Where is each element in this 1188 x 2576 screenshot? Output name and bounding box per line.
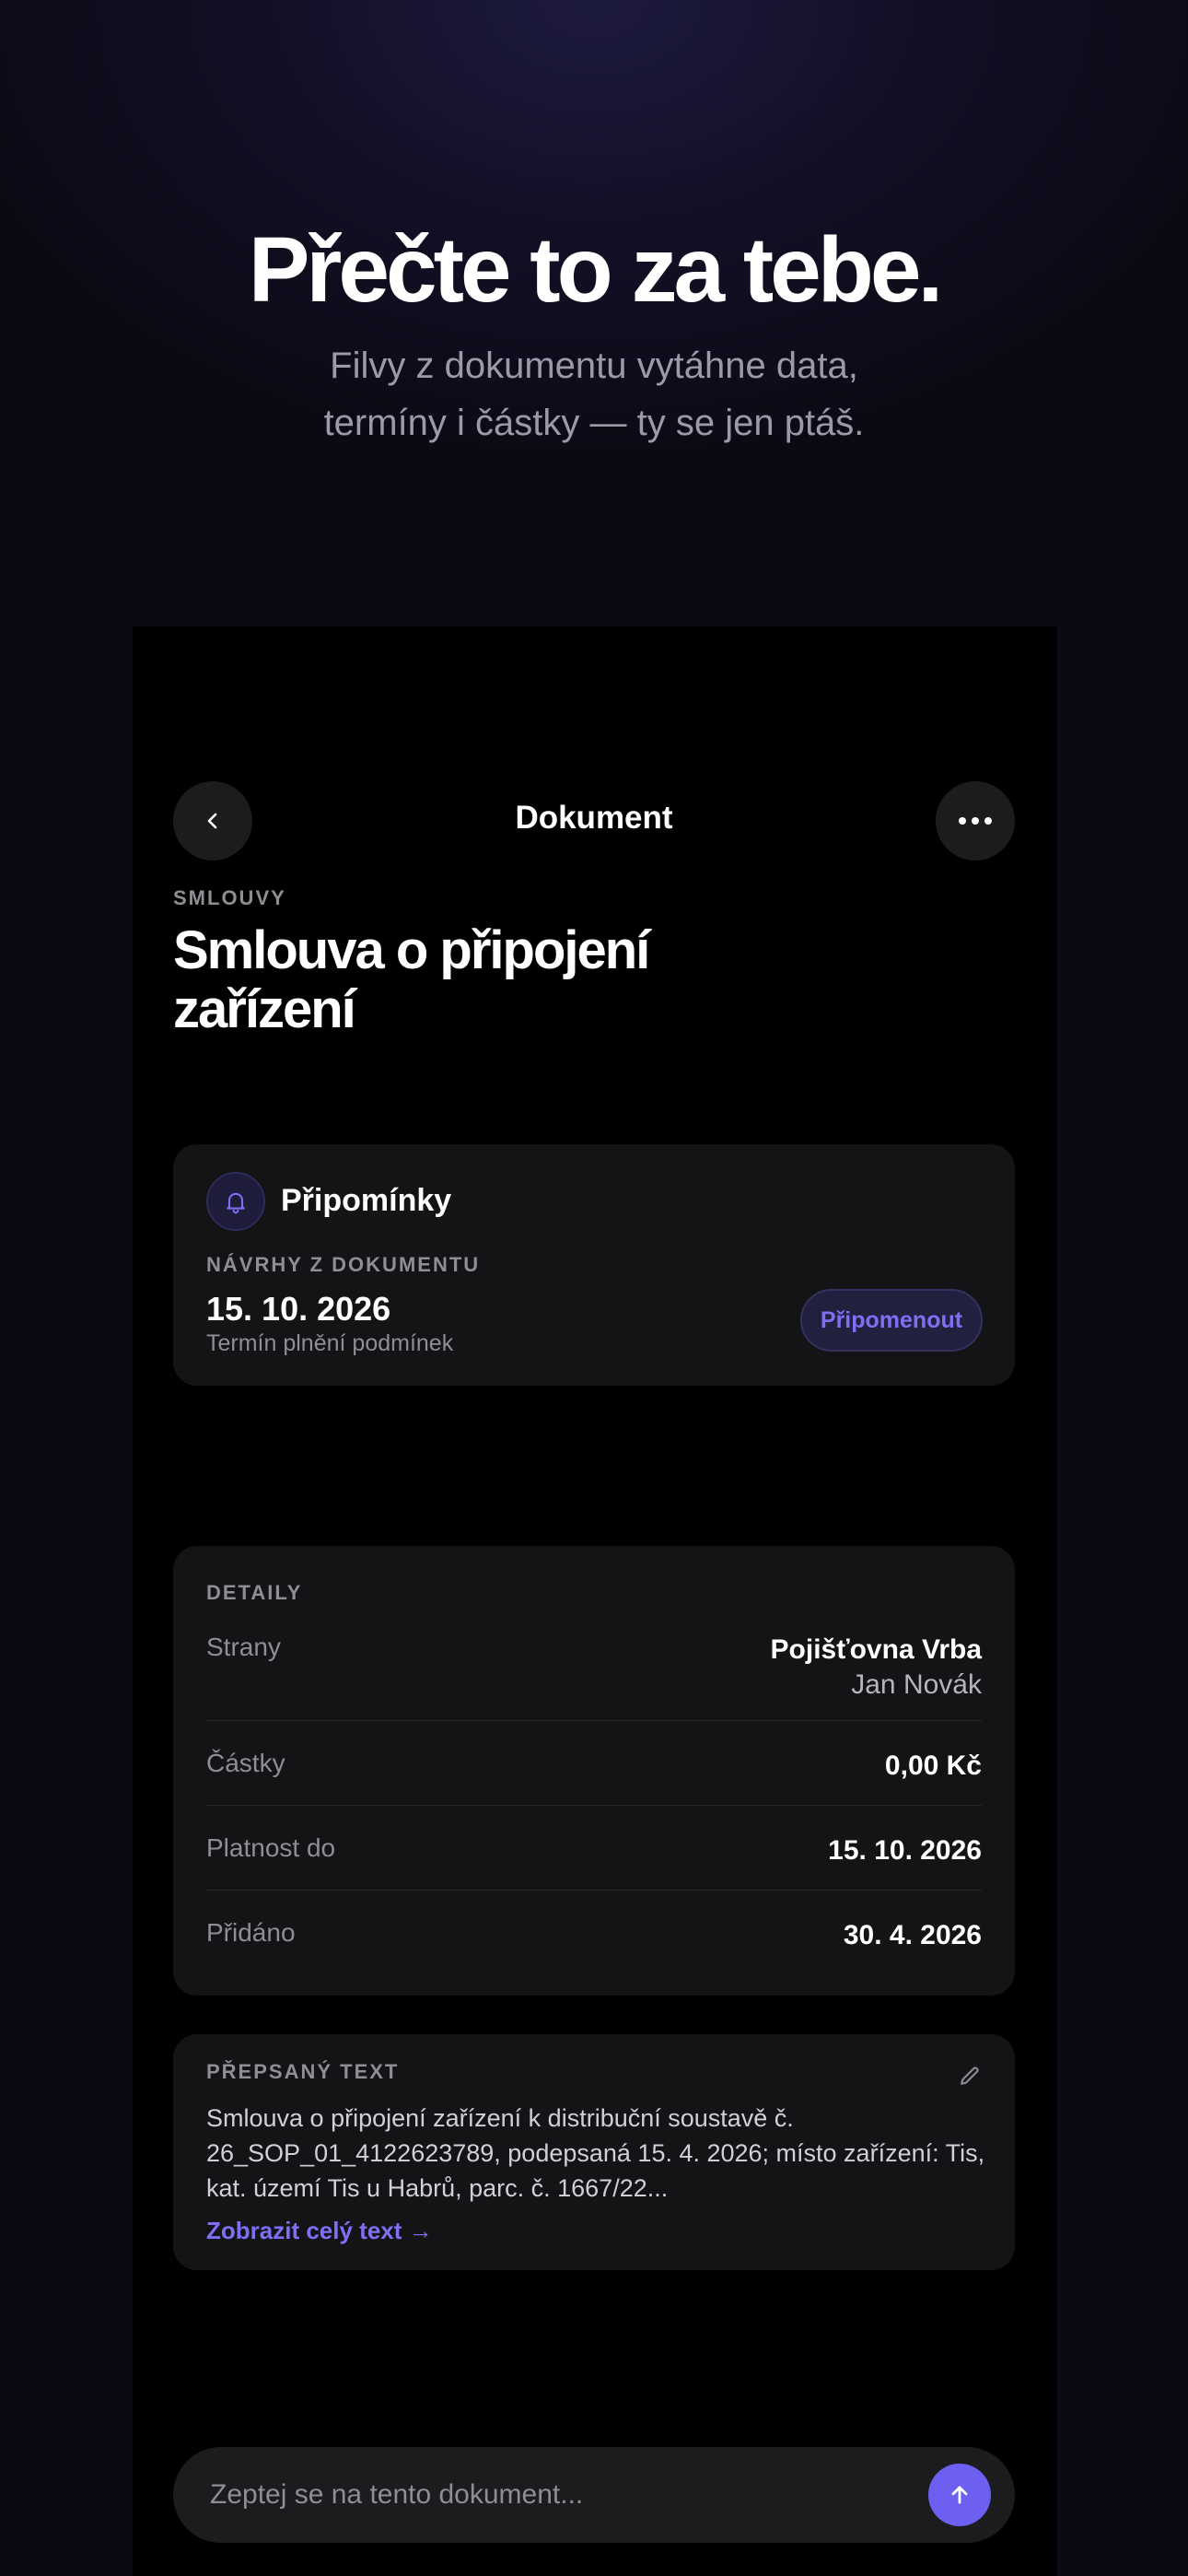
transcript-card: PŘEPSANÝ TEXT Smlouva o připojení zaříze… <box>173 2034 1015 2270</box>
document-title: Smlouva o připojení zařízení <box>173 920 650 1039</box>
party-1: Pojišťovna Vrba <box>770 1634 982 1665</box>
detail-label: Částky <box>206 1749 285 1777</box>
show-full-text-link[interactable]: Zobrazit celý text → <box>206 2217 433 2245</box>
bell-icon <box>227 1192 245 1214</box>
pencil-icon[interactable] <box>956 2062 984 2090</box>
detail-label: Strany <box>206 1633 281 1661</box>
divider <box>206 1720 982 1721</box>
divider <box>206 1890 982 1891</box>
detail-value: 30. 4. 2026 <box>843 1920 982 1950</box>
hero-subtitle-line1: Filvy z dokumentu vytáhne data, <box>330 345 858 386</box>
details-label: DETAILY <box>206 1581 303 1604</box>
reminders-title: Připomínky <box>281 1183 452 1218</box>
reminder-date: 15. 10. 2026 <box>206 1290 391 1328</box>
ask-bar <box>173 2447 1015 2543</box>
more-button[interactable] <box>936 781 1015 861</box>
remind-button[interactable]: Připomenout <box>800 1289 983 1352</box>
transcript-label: PŘEPSANÝ TEXT <box>206 2060 400 2083</box>
reminders-card: Připomínky NÁVRHY Z DOKUMENTU 15. 10. 20… <box>173 1144 1015 1386</box>
detail-label: Platnost do <box>206 1833 336 1862</box>
details-card: DETAILY Strany Pojišťovna Vrba Jan Novák… <box>173 1546 1015 1996</box>
arrow-up-icon <box>951 2486 968 2504</box>
hero-subtitle: Filvy z dokumentu vytáhne data, termíny … <box>0 337 1188 451</box>
reminder-description: Termín plnění podmínek <box>206 1330 454 1356</box>
ask-input[interactable] <box>210 2473 855 2517</box>
party-2: Jan Novák <box>851 1669 982 1700</box>
detail-row-parties: Strany Pojišťovna Vrba Jan Novák <box>206 1633 982 1700</box>
hero-title: Přečte to za tebe. <box>248 218 944 322</box>
document-category: SMLOUVY <box>173 886 286 909</box>
more-horizontal-icon <box>959 817 992 825</box>
detail-value: Pojišťovna Vrba Jan Novák <box>771 1633 982 1703</box>
divider <box>206 1805 982 1806</box>
suggestions-label: NÁVRHY Z DOKUMENTU <box>206 1253 481 1276</box>
transcript-text: Smlouva o připojení zařízení k distribuč… <box>206 2104 985 2202</box>
detail-label: Přidáno <box>206 1918 296 1947</box>
detail-value: 0,00 Kč <box>884 1751 982 1781</box>
hero-section: Přečte to za tebe. Filvy z dokumentu vyt… <box>0 0 1188 645</box>
detail-value: 15. 10. 2026 <box>828 1835 982 1866</box>
bell-icon-circle <box>206 1172 265 1231</box>
send-button[interactable] <box>928 2464 991 2526</box>
hero-subtitle-line2: termíny i částky — ty se jen ptáš. <box>323 403 865 443</box>
